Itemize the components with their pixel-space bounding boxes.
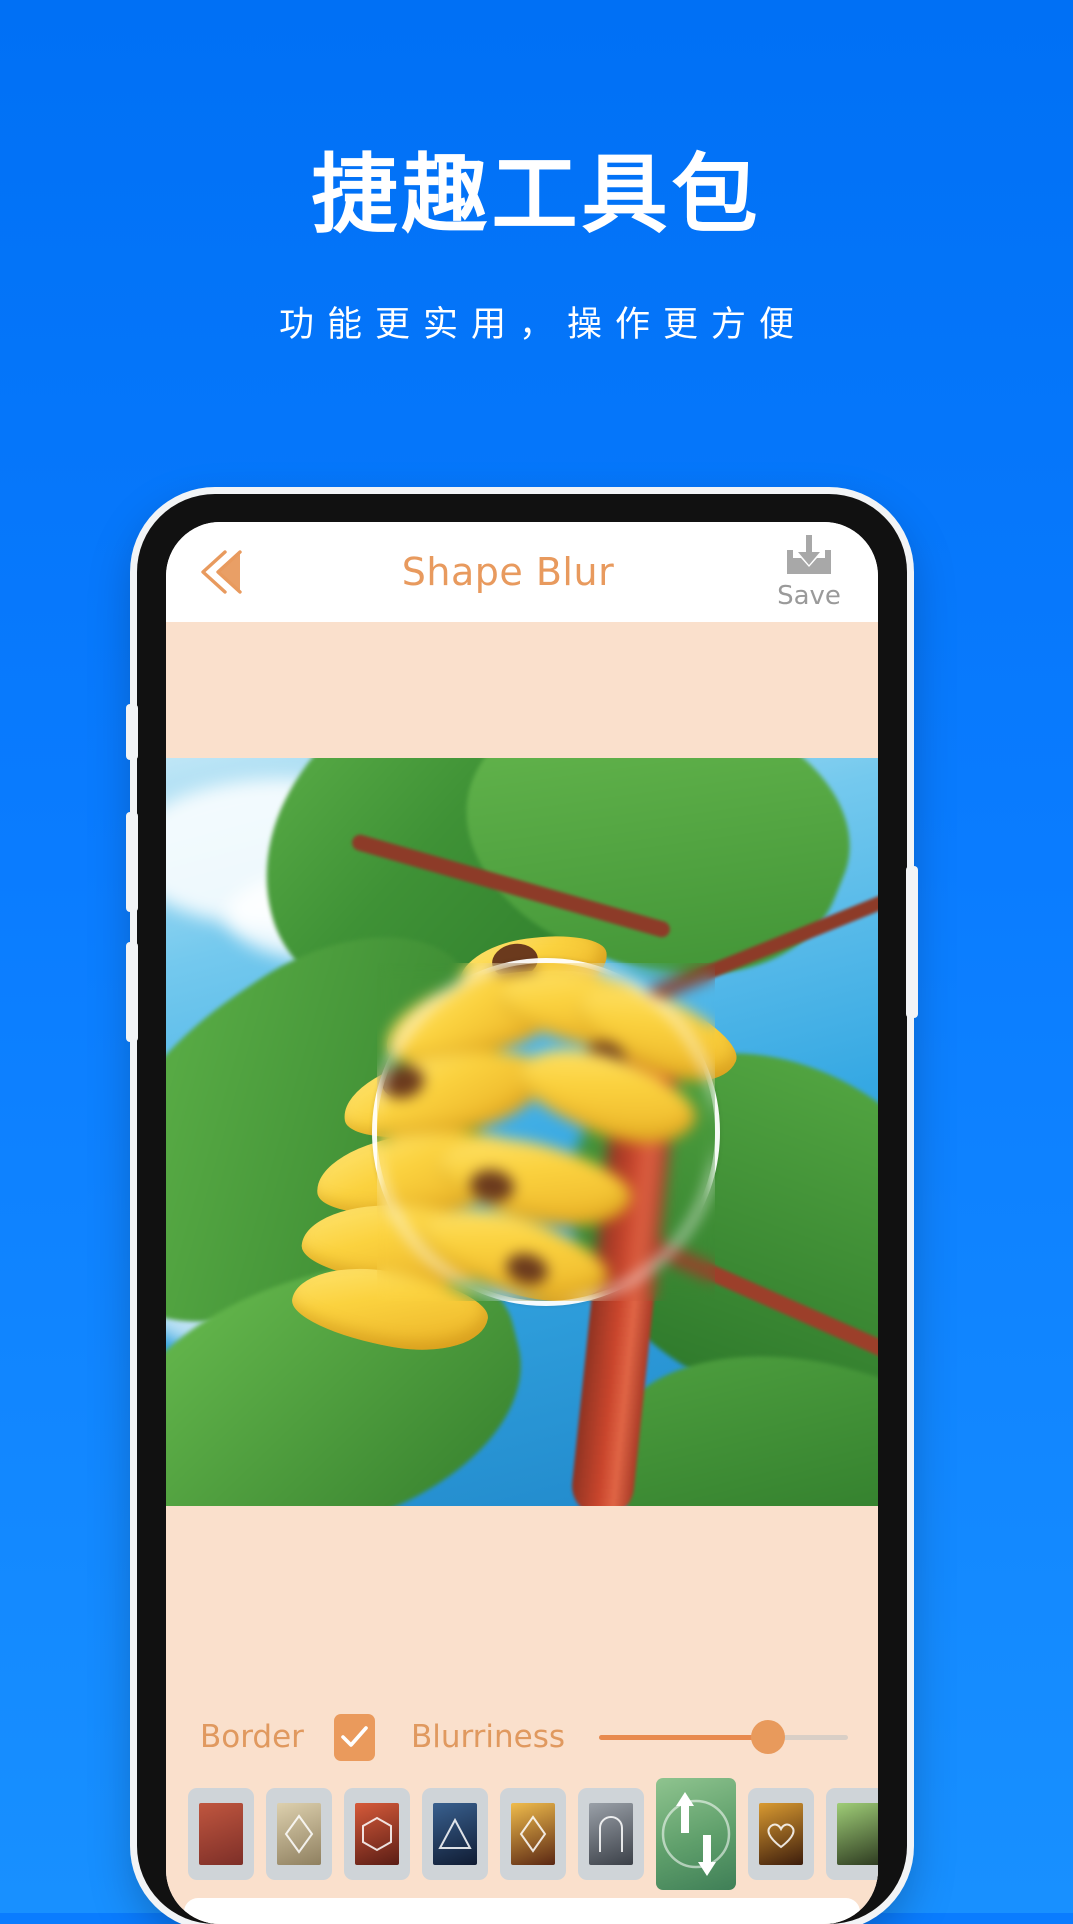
- blurriness-slider[interactable]: [599, 1720, 848, 1754]
- chevron-double-left-icon: [201, 550, 242, 594]
- shape-preset-5[interactable]: [500, 1788, 566, 1880]
- shape-preset-3[interactable]: [344, 1788, 410, 1880]
- up-down-arrows-icon: [656, 1778, 736, 1890]
- shape-preset-9[interactable]: [826, 1788, 878, 1880]
- shape-preset-7[interactable]: [656, 1778, 736, 1890]
- app-body: Border Blurriness: [166, 622, 878, 1924]
- back-button[interactable]: [192, 543, 250, 601]
- shape-preset-1[interactable]: [188, 1788, 254, 1880]
- page-title: 捷趣工具包: [311, 145, 762, 245]
- thumb-image: [199, 1803, 243, 1865]
- shape-preset-2[interactable]: [266, 1788, 332, 1880]
- heart-shape-icon: [748, 1788, 814, 1880]
- phone-power-button: [906, 866, 918, 1018]
- blur-mask: [377, 963, 715, 1301]
- blurriness-label: Blurriness: [410, 1719, 566, 1755]
- checkmark-icon: [341, 1726, 368, 1747]
- triangle-shape-icon: [422, 1788, 488, 1880]
- shape-thumbnail-strip[interactable]: [166, 1778, 878, 1898]
- shape-overlay-circle[interactable]: [372, 958, 720, 1306]
- hexagon-shape-icon: [344, 1788, 410, 1880]
- border-checkbox[interactable]: [333, 1713, 375, 1761]
- shape-preset-8[interactable]: [748, 1788, 814, 1880]
- border-label: Border: [200, 1719, 304, 1755]
- hero-section: 捷趣工具包 功能更实用，操作更方便: [0, 0, 1073, 347]
- shape-preset-4[interactable]: [422, 1788, 488, 1880]
- phone-mockup: Shape Blur Save Border Blurriness: [126, 494, 918, 1924]
- save-button-label: Save: [777, 581, 841, 611]
- slider-track-fill: [599, 1734, 769, 1740]
- arch-shape-icon: [578, 1788, 644, 1880]
- controls-row: Border Blurriness: [166, 1694, 878, 1780]
- phone-mute-button: [126, 704, 138, 760]
- image-canvas[interactable]: [166, 758, 878, 1506]
- app-screen-title: Shape Blur: [401, 550, 615, 594]
- controls-panel: Border Blurriness: [166, 1506, 878, 1924]
- shape-preset-6[interactable]: [578, 1788, 644, 1880]
- slider-knob[interactable]: [751, 1720, 786, 1754]
- phone-volume-down-button: [126, 942, 138, 1042]
- download-tray-icon: [787, 535, 831, 574]
- save-button[interactable]: Save: [766, 533, 852, 611]
- page-subtitle: 功能更实用，操作更方便: [278, 305, 807, 346]
- diamond-shape-icon: [500, 1788, 566, 1880]
- diamond-shape-icon: [266, 1788, 332, 1880]
- phone-screen: Shape Blur Save Border Blurriness: [166, 522, 878, 1924]
- app-header: Shape Blur Save: [166, 522, 878, 622]
- top-spacer-panel: [166, 622, 878, 758]
- thumb-image: [837, 1803, 878, 1865]
- phone-volume-up-button: [126, 812, 138, 912]
- bottom-sheet-edge: [184, 1898, 860, 1924]
